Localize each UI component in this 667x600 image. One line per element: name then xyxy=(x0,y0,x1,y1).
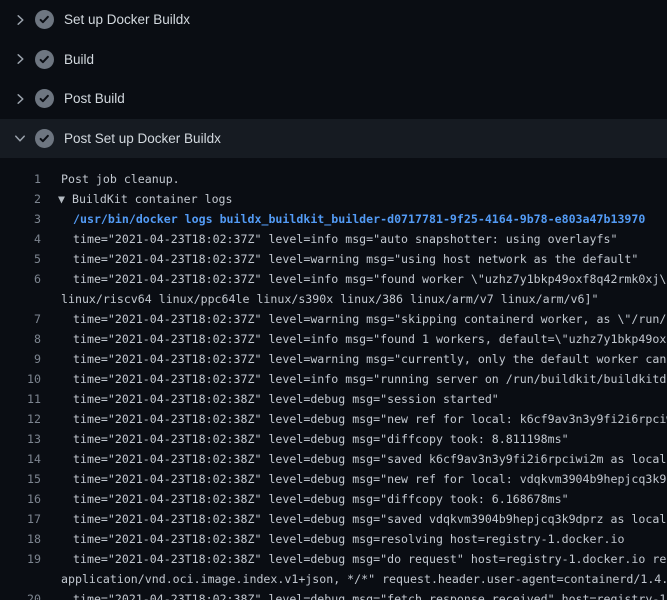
log-text: time="2021-04-23T18:02:38Z" level=debug … xyxy=(41,449,667,469)
line-number[interactable]: 8 xyxy=(0,329,41,349)
log-row: 17time="2021-04-23T18:02:38Z" level=debu… xyxy=(0,509,667,529)
log-text: time="2021-04-23T18:02:38Z" level=debug … xyxy=(41,409,667,429)
step-header-setup-docker-buildx[interactable]: Set up Docker Buildx xyxy=(0,0,667,40)
step-header-post-build[interactable]: Post Build xyxy=(0,79,667,119)
log-row: 10time="2021-04-23T18:02:37Z" level=info… xyxy=(0,369,667,389)
log-row: 6time="2021-04-23T18:02:37Z" level=info … xyxy=(0,269,667,289)
check-circle-icon xyxy=(35,129,54,148)
chevron-down-icon xyxy=(13,131,27,145)
log-text: time="2021-04-23T18:02:37Z" level=info m… xyxy=(41,369,667,389)
log-text: time="2021-04-23T18:02:37Z" level=warnin… xyxy=(41,349,667,369)
log-text: application/vnd.oci.image.index.v1+json,… xyxy=(41,569,667,589)
line-number xyxy=(0,289,41,309)
actions-log-viewer: Set up Docker Buildx Build Post Build Po… xyxy=(0,0,667,600)
line-number[interactable]: 12 xyxy=(0,409,41,429)
log-text: time="2021-04-23T18:02:37Z" level=warnin… xyxy=(41,309,667,329)
chevron-right-icon xyxy=(13,13,27,27)
log-text: time="2021-04-23T18:02:38Z" level=debug … xyxy=(41,469,667,489)
step-label: Post Build xyxy=(64,91,125,106)
line-number[interactable]: 11 xyxy=(0,389,41,409)
log-row: application/vnd.oci.image.index.v1+json,… xyxy=(0,569,667,589)
log-row: 15time="2021-04-23T18:02:38Z" level=debu… xyxy=(0,469,667,489)
chevron-right-icon xyxy=(13,92,27,106)
check-circle-icon xyxy=(35,89,54,108)
log-text: time="2021-04-23T18:02:38Z" level=debug … xyxy=(41,389,499,409)
line-number[interactable]: 13 xyxy=(0,429,41,449)
check-circle-icon xyxy=(35,50,54,69)
log-row: 8time="2021-04-23T18:02:37Z" level=info … xyxy=(0,329,667,349)
check-circle-icon xyxy=(35,10,54,29)
log-row: 1Post job cleanup. xyxy=(0,169,667,189)
log-row: 5time="2021-04-23T18:02:37Z" level=warni… xyxy=(0,249,667,269)
log-text: linux/riscv64 linux/ppc64le linux/s390x … xyxy=(41,289,598,309)
log-row: 11time="2021-04-23T18:02:38Z" level=debu… xyxy=(0,389,667,409)
line-number[interactable]: 5 xyxy=(0,249,41,269)
step-label: Set up Docker Buildx xyxy=(64,12,190,27)
log-row: 12time="2021-04-23T18:02:38Z" level=debu… xyxy=(0,409,667,429)
log-text: time="2021-04-23T18:02:38Z" level=debug … xyxy=(41,509,667,529)
log-text: time="2021-04-23T18:02:38Z" level=debug … xyxy=(41,489,569,509)
log-text: time="2021-04-23T18:02:37Z" level=warnin… xyxy=(41,249,638,269)
log-row: 14time="2021-04-23T18:02:38Z" level=debu… xyxy=(0,449,667,469)
line-number[interactable]: 10 xyxy=(0,369,41,389)
line-number[interactable]: 17 xyxy=(0,509,41,529)
log-row: linux/riscv64 linux/ppc64le linux/s390x … xyxy=(0,289,667,309)
log-row: 9time="2021-04-23T18:02:37Z" level=warni… xyxy=(0,349,667,369)
line-number[interactable]: 2 xyxy=(0,189,41,209)
step-header-post-setup-docker-buildx[interactable]: Post Set up Docker Buildx xyxy=(0,119,667,159)
log-row: 16time="2021-04-23T18:02:38Z" level=debu… xyxy=(0,489,667,509)
step-label: Post Set up Docker Buildx xyxy=(64,131,221,146)
line-number xyxy=(0,569,41,589)
line-number[interactable]: 20 xyxy=(0,589,41,600)
log-row: 19time="2021-04-23T18:02:38Z" level=debu… xyxy=(0,549,667,569)
chevron-right-icon xyxy=(13,52,27,66)
log-text: time="2021-04-23T18:02:37Z" level=info m… xyxy=(41,329,667,349)
log-command-text: /usr/bin/docker logs buildx_buildkit_bui… xyxy=(41,209,645,229)
log-text: Post job cleanup. xyxy=(41,169,180,189)
step-header-build[interactable]: Build xyxy=(0,40,667,80)
log-text: time="2021-04-23T18:02:37Z" level=info m… xyxy=(41,229,617,249)
line-number[interactable]: 16 xyxy=(0,489,41,509)
log-row: 2▼ BuildKit container logs xyxy=(0,189,667,209)
line-number[interactable]: 19 xyxy=(0,549,41,569)
line-number[interactable]: 15 xyxy=(0,469,41,489)
log-text: time="2021-04-23T18:02:38Z" level=debug … xyxy=(41,429,569,449)
line-number[interactable]: 7 xyxy=(0,309,41,329)
line-number[interactable]: 18 xyxy=(0,529,41,549)
line-number[interactable]: 9 xyxy=(0,349,41,369)
log-row: 13time="2021-04-23T18:02:38Z" level=debu… xyxy=(0,429,667,449)
log-text: time="2021-04-23T18:02:38Z" level=debug … xyxy=(41,549,667,569)
group-label: BuildKit container logs xyxy=(72,192,233,206)
triangle-down-icon[interactable]: ▼ xyxy=(58,192,72,206)
line-number[interactable]: 4 xyxy=(0,229,41,249)
line-number[interactable]: 1 xyxy=(0,169,41,189)
log-text: time="2021-04-23T18:02:37Z" level=info m… xyxy=(41,269,667,289)
log-group-line[interactable]: ▼ BuildKit container logs xyxy=(41,189,233,209)
line-number[interactable]: 3 xyxy=(0,209,41,229)
log-row: 3/usr/bin/docker logs buildx_buildkit_bu… xyxy=(0,209,667,229)
log-row: 18time="2021-04-23T18:02:38Z" level=debu… xyxy=(0,529,667,549)
log-text: time="2021-04-23T18:02:38Z" level=debug … xyxy=(41,589,667,600)
log-row: 7time="2021-04-23T18:02:37Z" level=warni… xyxy=(0,309,667,329)
line-number[interactable]: 14 xyxy=(0,449,41,469)
log-row: 4time="2021-04-23T18:02:37Z" level=info … xyxy=(0,229,667,249)
log-row: 20time="2021-04-23T18:02:38Z" level=debu… xyxy=(0,589,667,600)
line-number[interactable]: 6 xyxy=(0,269,41,289)
log-lines: 1Post job cleanup.2▼ BuildKit container … xyxy=(0,158,667,600)
log-text: time="2021-04-23T18:02:38Z" level=debug … xyxy=(41,529,624,549)
step-label: Build xyxy=(64,52,94,67)
